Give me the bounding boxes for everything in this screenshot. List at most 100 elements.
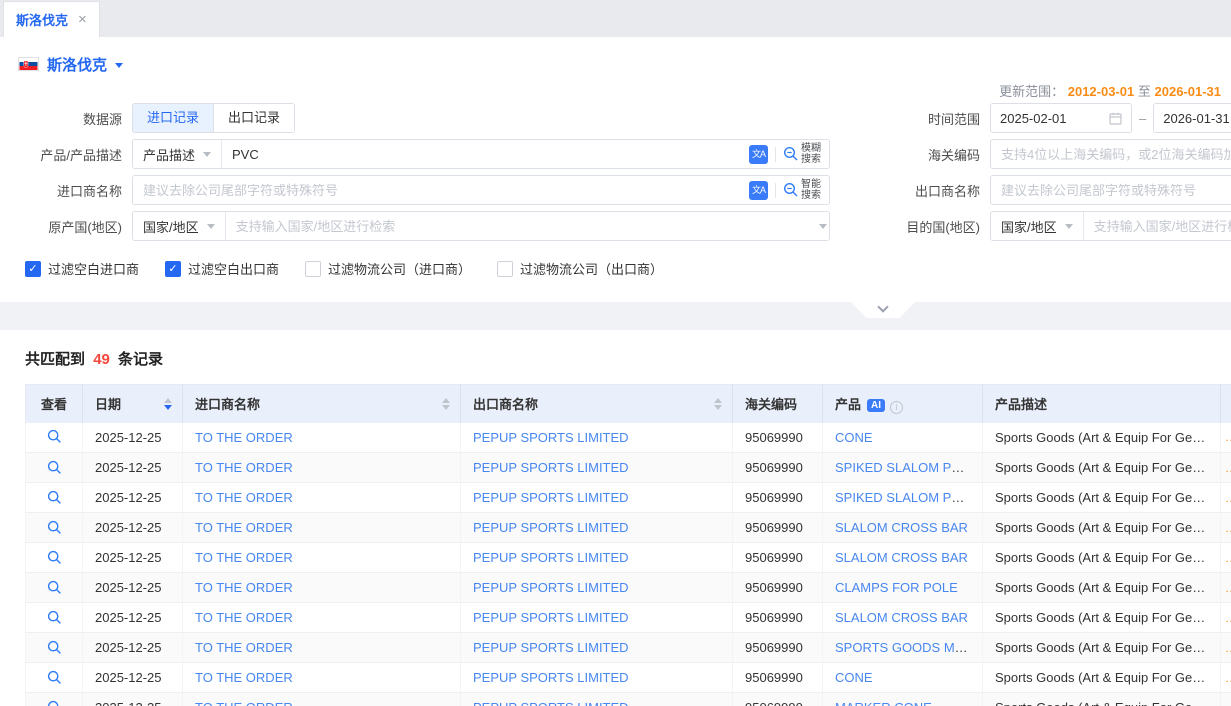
sort-importer-control[interactable] <box>442 398 450 410</box>
origin-country-input[interactable] <box>226 219 819 234</box>
exporter-link[interactable]: PEPUP SPORTS LIMITED <box>473 520 629 535</box>
calendar-icon <box>1109 112 1122 125</box>
exporter-link[interactable]: PEPUP SPORTS LIMITED <box>473 490 629 505</box>
exporter-link[interactable]: PEPUP SPORTS LIMITED <box>473 580 629 595</box>
importer-link[interactable]: TO THE ORDER <box>195 490 293 505</box>
product-link[interactable]: CONE <box>835 670 873 685</box>
export-records-tab[interactable]: 出口记录 <box>213 104 294 132</box>
checkbox-unchecked-icon[interactable] <box>497 261 513 277</box>
select-arrow-icon <box>1065 224 1073 229</box>
tab-slovakia[interactable]: 斯洛伐克 × <box>3 1 100 37</box>
importer-link[interactable]: TO THE ORDER <box>195 460 293 475</box>
importer-search-input[interactable] <box>133 183 749 198</box>
checkbox-filter-blank-exporter[interactable]: ✓ 过滤空白出口商 <box>165 259 279 278</box>
checkbox-checked-icon[interactable]: ✓ <box>165 261 181 277</box>
checkbox-filter-blank-importer[interactable]: ✓ 过滤空白进口商 <box>25 259 139 278</box>
smart-search-button[interactable]: 智能 搜索 <box>783 179 821 201</box>
exporter-link[interactable]: PEPUP SPORTS LIMITED <box>473 670 629 685</box>
product-link[interactable]: SPIKED SLALOM POLE <box>835 490 977 505</box>
dest-country-select[interactable]: 国家/地区 <box>991 212 1084 240</box>
exporter-link[interactable]: PEPUP SPORTS LIMITED <box>473 610 629 625</box>
view-record-button[interactable] <box>45 578 64 597</box>
view-record-button[interactable] <box>45 608 64 627</box>
sort-exporter-control[interactable] <box>714 398 722 410</box>
hs-code-input[interactable] <box>990 139 1231 169</box>
view-record-button[interactable] <box>45 668 64 687</box>
magnifier-icon <box>47 550 62 565</box>
importer-link[interactable]: TO THE ORDER <box>195 610 293 625</box>
exporter-link[interactable]: PEPUP SPORTS LIMITED <box>473 700 629 706</box>
product-link[interactable]: SPORTS GOODS MAR... <box>835 640 983 655</box>
country-selector[interactable]: 斯洛伐克 <box>0 51 1231 77</box>
product-link[interactable]: SLALOM CROSS BAR <box>835 610 968 625</box>
product-link[interactable]: SPIKED SLALOM POLE <box>835 460 977 475</box>
date-cell: 2025-12-25 <box>83 513 183 543</box>
table-row: 2025-12-25 TO THE ORDER PEPUP SPORTS LIM… <box>26 693 1231 706</box>
exporter-name-input[interactable] <box>990 175 1231 205</box>
translate-icon[interactable]: 文A <box>749 181 768 200</box>
import-records-tab[interactable]: 进口记录 <box>133 104 213 132</box>
checkbox-filter-logistics-exporter[interactable]: 过滤物流公司（出口商） <box>497 259 663 278</box>
header-importer[interactable]: 进口商名称 <box>183 385 461 423</box>
importer-link[interactable]: TO THE ORDER <box>195 550 293 565</box>
product-link[interactable]: CONE <box>835 430 873 445</box>
view-record-button[interactable] <box>45 548 64 567</box>
importer-link[interactable]: TO THE ORDER <box>195 640 293 655</box>
magnifier-icon <box>47 640 62 655</box>
sort-descending-icon <box>714 405 722 410</box>
origin-country-select[interactable]: 国家/地区 <box>133 212 226 240</box>
importer-label: 进口商名称 <box>0 181 132 200</box>
info-icon[interactable]: i <box>890 401 903 414</box>
view-record-button[interactable] <box>45 518 64 537</box>
table-row: 2025-12-25 TO THE ORDER PEPUP SPORTS LIM… <box>26 633 1231 663</box>
magnifier-icon <box>47 610 62 625</box>
exporter-link[interactable]: PEPUP SPORTS LIMITED <box>473 550 629 565</box>
checkbox-unchecked-icon[interactable] <box>305 261 321 277</box>
view-record-button[interactable] <box>45 488 64 507</box>
header-date[interactable]: 日期 <box>83 385 183 423</box>
magnifier-icon <box>47 460 62 475</box>
hs-code-cell: 95069990 <box>733 603 823 633</box>
view-record-button[interactable] <box>45 458 64 477</box>
overflow-cell: … <box>1221 693 1231 706</box>
header-exporter[interactable]: 出口商名称 <box>461 385 733 423</box>
product-search-input[interactable] <box>222 147 749 162</box>
collapse-panel-button[interactable] <box>851 302 915 318</box>
product-type-select[interactable]: 产品描述 <box>133 140 222 168</box>
product-link[interactable]: SLALOM CROSS BAR <box>835 520 968 535</box>
view-record-button[interactable] <box>45 698 64 706</box>
chevron-down-icon <box>115 63 123 68</box>
checkbox-checked-icon[interactable]: ✓ <box>25 261 41 277</box>
date-cell: 2025-12-25 <box>83 423 183 453</box>
update-range: 更新范围： 2012-03-01 至 2026-01-31 <box>999 81 1221 100</box>
table-row: 2025-12-25 TO THE ORDER PEPUP SPORTS LIM… <box>26 543 1231 573</box>
product-link[interactable]: SLALOM CROSS BAR <box>835 550 968 565</box>
product-link[interactable]: CLAMPS FOR POLE <box>835 580 958 595</box>
results-table: 查看 日期 进口商名称 出口商名称 <box>25 384 1231 706</box>
translate-icon[interactable]: 文A <box>749 145 768 164</box>
exporter-link[interactable]: PEPUP SPORTS LIMITED <box>473 460 629 475</box>
date-cell: 2025-12-25 <box>83 603 183 633</box>
importer-link[interactable]: TO THE ORDER <box>195 520 293 535</box>
exporter-link[interactable]: PEPUP SPORTS LIMITED <box>473 640 629 655</box>
view-record-button[interactable] <box>45 638 64 657</box>
sort-date-control[interactable] <box>164 398 172 410</box>
view-record-button[interactable] <box>45 427 64 446</box>
exporter-link[interactable]: PEPUP SPORTS LIMITED <box>473 430 629 445</box>
magnifier-icon <box>783 182 799 198</box>
country-name: 斯洛伐克 <box>47 54 107 75</box>
importer-link[interactable]: TO THE ORDER <box>195 700 293 706</box>
dest-country-input[interactable] <box>1084 219 1231 234</box>
importer-link[interactable]: TO THE ORDER <box>195 580 293 595</box>
date-cell: 2025-12-25 <box>83 453 183 483</box>
product-link[interactable]: MARKER CONE <box>835 700 932 706</box>
dest-country-label: 目的国(地区) <box>830 217 990 236</box>
fuzzy-search-button[interactable]: 模糊 搜索 <box>783 143 821 165</box>
end-date-input[interactable]: 2026-01-31 <box>1153 103 1231 133</box>
tab-close-icon[interactable]: × <box>78 12 87 27</box>
start-date-input[interactable]: 2025-02-01 <box>990 103 1132 133</box>
checkbox-filter-logistics-importer[interactable]: 过滤物流公司（进口商） <box>305 259 471 278</box>
overflow-cell: … <box>1221 423 1231 453</box>
importer-link[interactable]: TO THE ORDER <box>195 430 293 445</box>
importer-link[interactable]: TO THE ORDER <box>195 670 293 685</box>
